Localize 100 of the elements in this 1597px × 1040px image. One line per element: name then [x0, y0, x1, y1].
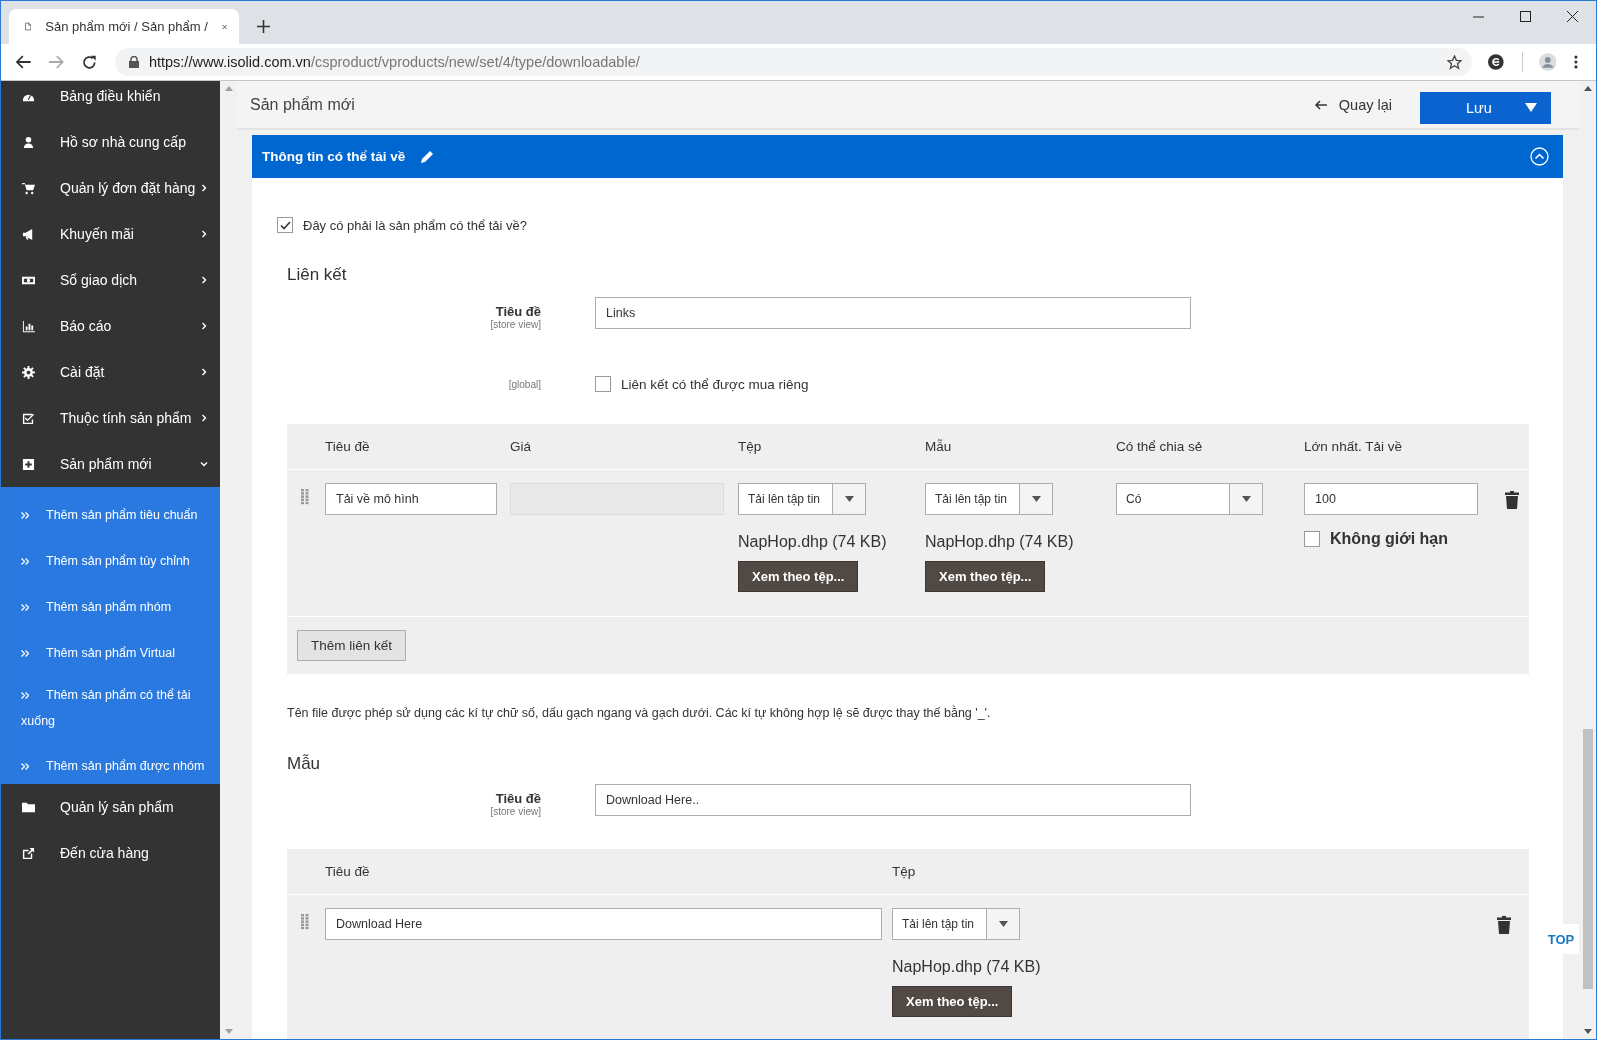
note-text: Tên file được phép sử dụng các kí tự chữ số, dấu gạch ngang và gạch dưới. Các kí tự không hợp lệ sẽ được thay thế bằng '_'. [287, 706, 992, 720]
sidebar-item[interactable]: Bảng điều khiển [1, 81, 220, 119]
caret-icon [1031, 496, 1041, 502]
scroll-up-icon[interactable] [1583, 86, 1592, 91]
back-arrow-icon[interactable] [15, 55, 31, 69]
double-chevron-icon [21, 692, 29, 699]
column-header: Giá [510, 439, 532, 454]
column-header: Mẫu [925, 439, 953, 454]
back-arrow-icon [1313, 99, 1327, 110]
section-title: Thông tin có thể tải về [262, 149, 406, 164]
field-label: Tiêu đề [495, 791, 541, 806]
address-bar[interactable]: https://www.isolid.com.vn/csproduct/vproducts/new/set/4/type/downloadable/ [114, 48, 1472, 76]
browser-tab[interactable]: Sản phẩm mới / Sản phẩm / [9, 9, 239, 44]
section-heading: Liên kết [287, 265, 348, 285]
scrollbar-thumb[interactable] [1582, 729, 1593, 989]
double-chevron-icon [21, 604, 29, 611]
person-icon [22, 135, 35, 149]
submenu-item[interactable]: Thêm sản phẩm có thể tải xuống [1, 671, 220, 738]
sidebar-item[interactable]: Quản lý đơn đặt hàng [1, 165, 220, 211]
scope-label: [store view] [490, 806, 541, 817]
file-name: NapHop.dhp (74 KB) [925, 533, 1074, 551]
scope-label: [global] [508, 378, 541, 390]
double-chevron-icon [21, 558, 29, 565]
file-select[interactable]: Tải lên tập tin [738, 483, 866, 515]
checkbox[interactable] [1304, 531, 1320, 547]
view-file-button[interactable]: Xem theo tệp... [738, 561, 859, 592]
save-button[interactable]: Lưu [1420, 91, 1551, 124]
add-link-button[interactable]: Thêm liên kết [297, 630, 407, 661]
view-file-button[interactable]: Xem theo tệp... [892, 986, 1013, 1017]
input-field[interactable]: Download Here.. [595, 784, 1191, 816]
extension-icon[interactable] [1487, 54, 1504, 70]
shareable-select[interactable]: Có [1116, 483, 1263, 515]
sidebar-item[interactable]: Cài đặt [1, 349, 220, 395]
gear-icon [22, 365, 35, 379]
caret-icon [844, 496, 854, 502]
checkbox-label: Không giới hạn [1330, 530, 1449, 548]
collapse-icon[interactable] [1530, 147, 1549, 166]
caret-icon [998, 921, 1008, 927]
sidebar-item[interactable]: Báo cáo [1, 303, 220, 349]
scrollbar[interactable] [1579, 81, 1596, 1039]
section-heading: Mẫu [287, 754, 322, 774]
close-icon[interactable] [1567, 11, 1578, 22]
sidebar-item[interactable]: Hồ sơ nhà cung cấp [1, 119, 220, 165]
external-link-icon [22, 846, 35, 860]
folder-icon [22, 800, 35, 814]
pencil-icon[interactable] [420, 149, 435, 164]
back-link[interactable]: Quay lại [1313, 96, 1392, 113]
maximize-icon[interactable] [1520, 11, 1531, 22]
view-file-button[interactable]: Xem theo tệp... [925, 561, 1046, 592]
star-icon[interactable] [1446, 54, 1462, 70]
profile-avatar-icon[interactable] [1538, 53, 1557, 71]
megaphone-icon [22, 227, 35, 241]
submenu-item[interactable]: Thêm sản phẩm tùy chỉnh [1, 533, 220, 579]
checkbox-label: Đây có phải là sản phẩm có thể tải về? [303, 217, 528, 233]
caret-icon [1525, 103, 1537, 112]
column-header: Tệp [738, 439, 763, 454]
submenu-item[interactable]: Thêm sản phẩm Virtual [1, 625, 220, 671]
file-name: NapHop.dhp (74 KB) [738, 533, 887, 551]
column-header: Tiêu đề [325, 439, 371, 454]
page-icon [25, 19, 32, 34]
reload-icon[interactable] [82, 54, 97, 70]
lock-icon [128, 56, 139, 68]
checkbox-label: Liên kết có thể được mua riêng [621, 376, 809, 392]
trash-icon[interactable] [1505, 491, 1519, 509]
column-header: Tiêu đề [325, 864, 371, 879]
file-select[interactable]: Tải lên tập tin [925, 483, 1053, 515]
drag-handle-icon[interactable] [301, 489, 309, 505]
checkbox-icon [22, 411, 35, 425]
cart-icon [22, 181, 35, 195]
drag-handle-icon[interactable] [301, 914, 309, 930]
double-chevron-icon [21, 763, 29, 770]
submenu-item[interactable]: Thêm sản phẩm tiêu chuẩn [1, 487, 220, 533]
input-field[interactable]: Download Here [325, 908, 882, 940]
checkbox[interactable] [595, 376, 611, 392]
page-title: Sản phẩm mới [250, 95, 356, 114]
submenu-item[interactable]: Thêm sản phẩm nhóm [1, 579, 220, 625]
input-field[interactable]: Tải về mô hình [325, 483, 497, 515]
double-chevron-icon [21, 512, 29, 519]
bar-chart-icon [22, 319, 35, 333]
sidebar-item[interactable]: Khuyến mãi [1, 211, 220, 257]
sidebar-item[interactable]: Quản lý sản phẩm [1, 784, 220, 830]
menu-icon[interactable] [1574, 55, 1578, 69]
input-field[interactable]: Links [595, 297, 1191, 329]
section-header[interactable]: Thông tin có thể tải về [252, 135, 1563, 178]
sidebar-item[interactable]: Sản phẩm mới [1, 441, 220, 487]
scroll-down-icon[interactable] [1583, 1029, 1592, 1034]
column-header: Lớn nhất. Tải về [1304, 439, 1403, 454]
file-select[interactable]: Tải lên tập tin [892, 908, 1020, 940]
sidebar-item[interactable]: Đến cửa hàng [1, 830, 220, 876]
file-name: NapHop.dhp (74 KB) [892, 958, 1041, 976]
sidebar-item[interactable]: Thuộc tính sản phẩm [1, 395, 220, 441]
new-tab-icon[interactable] [257, 20, 270, 33]
input-field[interactable]: 100 [1304, 483, 1478, 515]
sidebar-item[interactable]: Sổ giao dịch [1, 257, 220, 303]
submenu-item[interactable]: Thêm sản phẩm được nhóm [1, 738, 220, 784]
checkbox[interactable] [277, 217, 293, 233]
column-header: Tệp [892, 864, 917, 879]
double-chevron-icon [21, 650, 29, 657]
trash-icon[interactable] [1497, 916, 1511, 934]
caret-icon [1241, 496, 1251, 502]
